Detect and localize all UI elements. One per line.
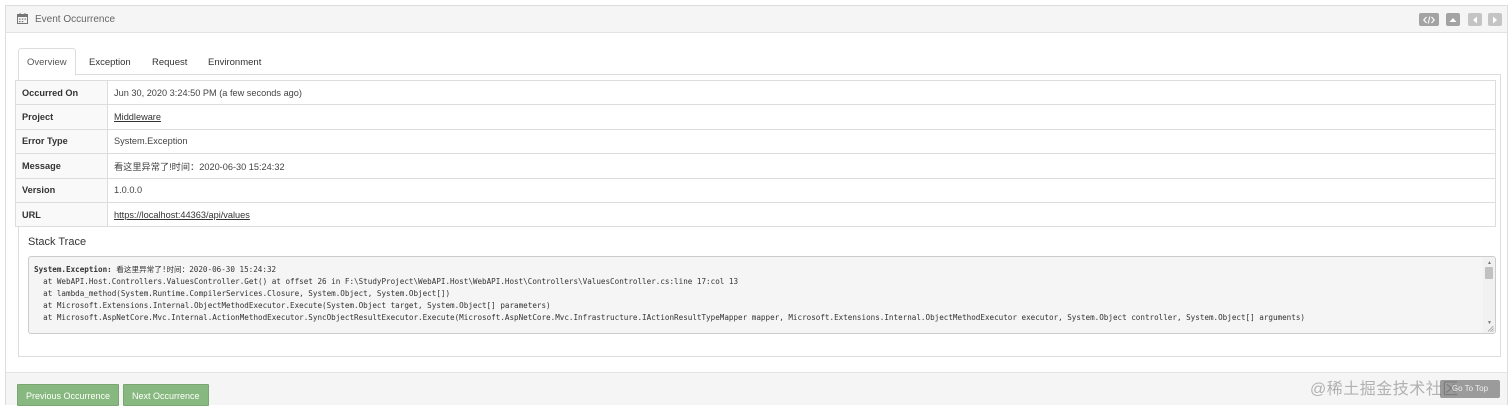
tab-request[interactable]: Request: [144, 49, 195, 76]
scroll-thumb[interactable]: [1485, 267, 1493, 279]
code-icon: [1423, 15, 1435, 24]
previous-occurrence-button[interactable]: Previous Occurrence: [17, 384, 120, 406]
table-row: Message 看这里异常了!时间：2020-06-30 15:24:32: [15, 153, 1496, 179]
detail-key: Version: [15, 177, 108, 203]
calendar-icon: [17, 13, 28, 24]
table-row: Occurred On Jun 30, 2020 3:24:50 PM (a f…: [15, 79, 1496, 106]
collapse-button[interactable]: [1446, 13, 1460, 26]
detail-value: 1.0.0.0: [107, 177, 1496, 203]
next-icon: [1493, 16, 1497, 23]
detail-value-cell: Middleware: [107, 104, 1496, 130]
table-row: Error Type System.Exception: [15, 128, 1496, 155]
scroll-up-icon[interactable]: ▲: [1487, 260, 1492, 266]
resize-grip-icon[interactable]: [1487, 325, 1494, 332]
next-occurrence-button[interactable]: Next Occurrence: [123, 384, 209, 406]
stack-line: at WebAPI.Host.Controllers.ValuesControl…: [34, 277, 739, 287]
collapse-up-icon: [1449, 17, 1457, 22]
previous-icon: [1473, 16, 1477, 23]
stack-scrollbar[interactable]: ▲ ▼: [1483, 257, 1495, 333]
previous-page-button[interactable]: [1468, 13, 1482, 26]
detail-key: URL: [15, 201, 108, 228]
project-link[interactable]: Middleware: [114, 112, 161, 122]
stack-trace-heading: Stack Trace: [28, 236, 87, 248]
panel-footer: Previous Occurrence Next Occurrence: [6, 372, 1507, 406]
detail-key: Error Type: [15, 128, 108, 155]
detail-key: Message: [15, 153, 108, 179]
stack-line: at lambda_method(System.Runtime.Compiler…: [34, 289, 451, 299]
url-link[interactable]: https://localhost:44363/api/values: [114, 210, 250, 220]
table-row: Project Middleware: [15, 104, 1496, 130]
go-to-top-button[interactable]: Go To Top: [1440, 380, 1500, 398]
detail-value: Jun 30, 2020 3:24:50 PM (a few seconds a…: [107, 79, 1496, 106]
table-row: Version 1.0.0.0: [15, 177, 1496, 203]
code-view-button[interactable]: [1419, 13, 1439, 26]
detail-key: Project: [15, 104, 108, 130]
stack-trace-box[interactable]: System.Exception: 看这里异常了!时间：2020-06-30 1…: [28, 256, 1496, 334]
table-row: URL https://localhost:44363/api/values: [15, 201, 1496, 228]
next-page-button[interactable]: [1488, 13, 1502, 26]
panel-title: Event Occurrence: [35, 14, 116, 25]
detail-key: Occurred On: [15, 79, 108, 106]
detail-value: System.Exception: [107, 128, 1496, 155]
stack-trace-text: System.Exception: 看这里异常了!时间：2020-06-30 1…: [34, 264, 1479, 324]
stack-line: at Microsoft.Extensions.Internal.ObjectM…: [34, 301, 551, 311]
tab-environment[interactable]: Environment: [200, 49, 269, 76]
tab-exception[interactable]: Exception: [81, 49, 139, 76]
detail-value-cell: https://localhost:44363/api/values: [107, 201, 1496, 228]
detail-value: 看这里异常了!时间：2020-06-30 15:24:32: [107, 153, 1496, 179]
stack-exception-type: System.Exception:: [34, 265, 112, 274]
stack-exception-message: 看这里异常了!时间：2020-06-30 15:24:32: [111, 265, 277, 274]
panel-header: Event Occurrence: [6, 6, 1507, 33]
watermark: @稀土掘金技术社区: [1310, 381, 1459, 398]
occurrence-details-table: Occurred On Jun 30, 2020 3:24:50 PM (a f…: [15, 79, 1496, 228]
stack-line: at Microsoft.AspNetCore.Mvc.Internal.Act…: [34, 313, 1305, 323]
occurrence-tabs: Overview Exception Request Environment: [18, 42, 1501, 76]
tab-overview[interactable]: Overview: [18, 48, 76, 76]
